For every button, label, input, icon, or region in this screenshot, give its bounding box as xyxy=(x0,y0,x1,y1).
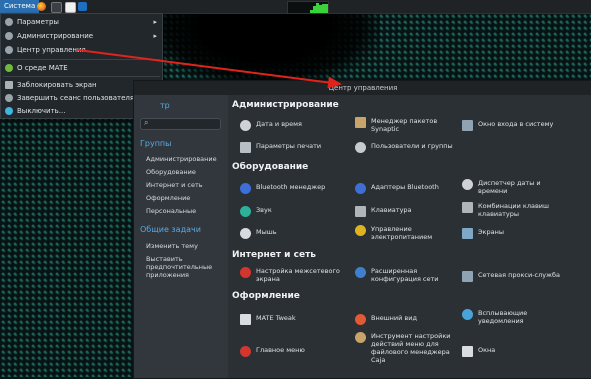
item-caja-actions[interactable]: Инструмент настройки действий меню для ф… xyxy=(343,332,458,364)
firewall-icon xyxy=(240,267,251,278)
keyboard-icon xyxy=(355,206,366,217)
submenu-arrow-icon: ▸ xyxy=(153,32,157,40)
tweak-icon xyxy=(240,314,251,325)
item-login-window[interactable]: Окно входа в систему xyxy=(450,120,565,144)
menu-separator xyxy=(3,76,160,77)
groups-heading: Группы xyxy=(140,139,172,148)
logout-icon xyxy=(5,94,13,102)
task-change-theme[interactable]: Изменить тему xyxy=(146,242,226,250)
item-bluetooth-adapters[interactable]: Адаптеры Bluetooth xyxy=(343,183,458,207)
submenu-arrow-icon: ▸ xyxy=(153,18,157,26)
item-windows[interactable]: Окна xyxy=(450,346,565,370)
firefox-icon[interactable] xyxy=(37,2,46,11)
item-date-time[interactable]: Дата и время xyxy=(228,120,343,144)
sidebar-item-internet[interactable]: Интернет и сеть xyxy=(146,181,226,189)
users-icon xyxy=(355,142,366,153)
menu-item-administration[interactable]: Администрирование ▸ xyxy=(1,29,162,43)
item-network-config[interactable]: Расширенная конфигурация сети xyxy=(343,267,458,291)
proxy-icon xyxy=(462,271,473,282)
task-preferred-apps[interactable]: Выставить предпочтительные приложения xyxy=(146,255,226,279)
main-menu-icon xyxy=(240,346,251,357)
appearance-icon xyxy=(355,314,366,325)
sidebar-item-hardware[interactable]: Оборудование xyxy=(146,168,226,176)
item-keyboard-shortcuts[interactable]: Комбинации клавиш клавиатуры xyxy=(450,202,565,226)
mate-logo-icon xyxy=(5,64,13,72)
terminal-icon[interactable] xyxy=(51,2,62,13)
sidebar: тр ⌕ Группы Администрирование Оборудован… xyxy=(134,95,228,378)
wallpaper-logo-shadow xyxy=(150,13,380,87)
sound-icon xyxy=(240,206,251,217)
tasks-heading: Общие задачи xyxy=(140,225,201,234)
sidebar-item-administration[interactable]: Администрирование xyxy=(146,155,226,163)
item-users-groups[interactable]: Пользователи и группы xyxy=(343,142,458,166)
preferences-icon xyxy=(5,18,13,26)
item-bluetooth-manager[interactable]: Bluetooth менеджер xyxy=(228,183,343,207)
power-management-icon xyxy=(355,225,366,236)
caja-actions-icon xyxy=(355,332,366,343)
section-title-internet: Интернет и сеть xyxy=(232,250,316,260)
menu-separator xyxy=(3,59,160,60)
section-title-administration: Администрирование xyxy=(232,100,339,110)
package-manager-icon xyxy=(355,117,366,128)
shortcuts-icon xyxy=(462,202,473,213)
printer-icon xyxy=(240,142,251,153)
mouse-icon xyxy=(240,228,251,239)
window-title[interactable]: Центр управления xyxy=(134,81,591,95)
sidebar-item-appearance[interactable]: Оформление xyxy=(146,194,226,202)
item-synaptic[interactable]: Менеджер пакетов Synaptic xyxy=(343,117,458,141)
system-menu-button[interactable]: Система xyxy=(0,0,40,13)
power-icon xyxy=(5,107,13,115)
item-power-management[interactable]: Управление электропитанием xyxy=(343,225,458,249)
item-mouse[interactable]: Мышь xyxy=(228,228,343,252)
clock-icon xyxy=(240,120,251,131)
bluetooth-adapter-icon xyxy=(355,183,366,194)
sidebar-search-label: тр xyxy=(160,101,170,110)
item-mate-tweak[interactable]: MATE Tweak xyxy=(228,314,343,338)
time-dispatcher-icon xyxy=(462,179,473,190)
network-config-icon xyxy=(355,267,366,278)
cpu-monitor-applet[interactable] xyxy=(287,1,329,14)
main-content: Администрирование Дата и время Менеджер … xyxy=(228,95,591,378)
section-title-appearance: Оформление xyxy=(232,291,300,301)
item-main-menu[interactable]: Главное меню xyxy=(228,346,343,370)
search-icon: ⌕ xyxy=(144,118,149,127)
menu-item-preferences[interactable]: Параметры ▸ xyxy=(1,15,162,29)
displays-icon xyxy=(462,228,473,239)
item-proxy[interactable]: Сетевая прокси-служба xyxy=(450,271,565,295)
lock-screen-icon xyxy=(5,81,13,89)
login-window-icon xyxy=(462,120,473,131)
bluetooth-icon xyxy=(240,183,251,194)
cpu-load-bar xyxy=(325,4,328,13)
item-displays[interactable]: Экраны xyxy=(450,228,565,252)
administration-icon xyxy=(5,32,13,40)
notifications-icon xyxy=(462,309,473,320)
windows-icon xyxy=(462,346,473,357)
text-editor-icon[interactable] xyxy=(65,2,76,13)
control-center-icon xyxy=(5,46,13,54)
search-input[interactable]: ⌕ xyxy=(140,118,221,130)
vscode-icon[interactable] xyxy=(78,2,87,11)
sidebar-item-personal[interactable]: Персональные xyxy=(146,207,226,215)
top-panel: Система xyxy=(0,0,591,14)
item-time-dispatcher[interactable]: Диспетчер даты и времени xyxy=(450,179,565,203)
item-notifications[interactable]: Всплывающие уведомления xyxy=(450,309,565,333)
section-title-hardware: Оборудование xyxy=(232,162,309,172)
item-sound[interactable]: Звук xyxy=(228,206,343,230)
control-center-window: Центр управления тр ⌕ Группы Администрир… xyxy=(133,80,591,379)
menu-item-about-mate[interactable]: О среде MATE xyxy=(1,61,162,75)
item-firewall[interactable]: Настройка межсетевого экрана xyxy=(228,267,343,291)
menu-item-control-center[interactable]: Центр управления xyxy=(1,43,162,57)
